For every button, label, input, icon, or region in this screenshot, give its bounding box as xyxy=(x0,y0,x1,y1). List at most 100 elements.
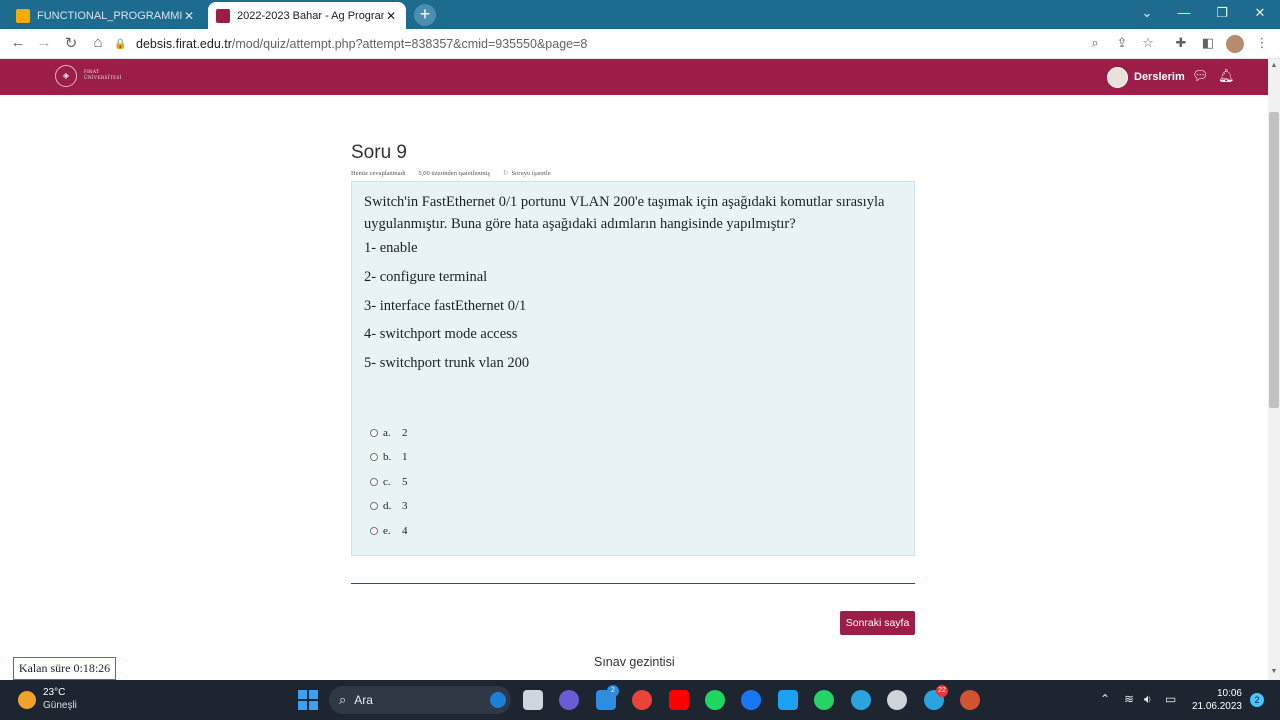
flag-icon: ⚐ xyxy=(502,170,509,177)
messages-icon[interactable]: 💬︎ xyxy=(1192,68,1209,84)
close-tab-icon[interactable]: ✕ xyxy=(182,9,196,23)
colab-favicon-icon xyxy=(16,8,30,23)
back-icon[interactable]: ← xyxy=(8,34,28,51)
start-menu-icon[interactable] xyxy=(298,690,318,710)
side-panel-icon[interactable]: ◧ xyxy=(1199,35,1217,51)
tab-title: FUNCTIONAL_PROGRAMMING.ip xyxy=(37,9,182,22)
user-menu-link[interactable]: Derslerim xyxy=(1134,71,1185,83)
answer-value: 1 xyxy=(402,451,408,463)
forward-icon[interactable]: → xyxy=(34,34,54,51)
site-header: ◈ FIRAT ÜNİVERSİTESİ Derslerim 💬︎ 🔔︎ xyxy=(0,59,1268,95)
mail-badge: 2 xyxy=(607,685,619,697)
answer-value: 3 xyxy=(402,500,408,512)
radio-button[interactable] xyxy=(370,478,378,486)
browser-toolbar: ← → ↻ ⌂ 🔒 debsis.firat.edu.tr/mod/quiz/a… xyxy=(0,29,1280,59)
tab-search-chevron-icon[interactable]: ⌄ xyxy=(1137,5,1157,21)
time: 10:06 xyxy=(1216,688,1242,699)
step-4: 4- switchport mode access xyxy=(364,326,518,342)
search-placeholder: Ara xyxy=(354,693,373,707)
url-path: /mod/quiz/attempt.php?attempt=838357&cmi… xyxy=(231,37,588,51)
tab-ag-programlama[interactable]: 2022-2023 Bahar - Ag Programla ✕ xyxy=(208,2,406,29)
answer-option-e[interactable]: e. 4 xyxy=(370,524,408,538)
next-page-button[interactable]: Sonraki sayfa xyxy=(840,611,915,635)
moodle-favicon-icon xyxy=(216,8,230,23)
step-1: 1- enable xyxy=(364,240,418,256)
address-bar[interactable]: 🔒 debsis.firat.edu.tr/mod/quiz/attempt.p… xyxy=(114,32,1169,56)
facebook-icon[interactable] xyxy=(741,690,761,710)
question-status: Henüz cevaplanmadı xyxy=(351,170,406,177)
scroll-down-icon[interactable]: ▼ xyxy=(1268,668,1280,675)
weather-description[interactable]: Güneşli xyxy=(43,700,77,711)
radio-button[interactable] xyxy=(370,453,378,461)
zoom-icon[interactable]: ⌕ xyxy=(1086,35,1104,51)
minimize-icon[interactable]: — xyxy=(1174,5,1194,20)
quiz-timer: Kalan süre 0:18:26 xyxy=(13,657,116,680)
telegram-icon[interactable] xyxy=(851,690,871,710)
telegram-badge: 22 xyxy=(936,685,948,697)
new-tab-button[interactable]: + xyxy=(414,4,436,26)
windows-taskbar: 23°C Güneşli ⌕ Ara 2 22 ⌃ ≋ 🔉︎ ▭ 10:06 2… xyxy=(0,680,1280,720)
extensions-icon[interactable]: ✚ xyxy=(1172,35,1190,51)
system-clock[interactable]: 10:06 21.06.2023 xyxy=(1190,687,1242,713)
answer-option-c[interactable]: c. 5 xyxy=(370,475,408,489)
share-icon[interactable]: ⇪ xyxy=(1113,35,1131,51)
section-divider xyxy=(351,583,915,584)
home-icon[interactable]: ⌂ xyxy=(88,34,108,51)
university-logo-icon[interactable]: ◈ xyxy=(55,65,77,87)
answer-value: 2 xyxy=(402,427,408,439)
whatsapp-icon[interactable] xyxy=(814,690,834,710)
answer-value: 5 xyxy=(402,476,408,488)
browser-tab-bar: FUNCTIONAL_PROGRAMMING.ip ✕ 2022-2023 Ba… xyxy=(0,0,1280,29)
flag-question-link[interactable]: ⚐ Soruyu işaretle xyxy=(503,170,551,177)
step-2: 2- configure terminal xyxy=(364,269,488,285)
task-view-icon[interactable] xyxy=(523,690,543,710)
close-window-icon[interactable]: ✕ xyxy=(1250,5,1270,21)
close-tab-icon[interactable]: ✕ xyxy=(384,9,398,23)
spotify-icon[interactable] xyxy=(705,690,725,710)
chrome-icon[interactable] xyxy=(632,690,652,710)
scroll-up-icon[interactable]: ▲ xyxy=(1268,62,1280,69)
radio-button[interactable] xyxy=(370,502,378,510)
show-hidden-icons-icon[interactable]: ⌃ xyxy=(1100,692,1110,706)
step-5: 5- switchport trunk vlan 200 xyxy=(364,355,530,371)
question-text: Switch'in FastEthernet 0/1 portunu VLAN … xyxy=(364,194,885,232)
weather-temperature[interactable]: 23°C xyxy=(43,687,65,698)
wifi-icon[interactable]: ≋ xyxy=(1124,692,1134,706)
answer-value: 4 xyxy=(402,525,408,537)
volume-icon[interactable]: 🔉︎ xyxy=(1144,692,1152,707)
search-icon: ⌕ xyxy=(339,692,347,707)
chatgpt-icon[interactable] xyxy=(887,690,907,710)
twitter-icon[interactable] xyxy=(778,690,798,710)
date: 21.06.2023 xyxy=(1191,701,1242,712)
tab-functional-programming[interactable]: FUNCTIONAL_PROGRAMMING.ip ✕ xyxy=(8,2,204,29)
url-host: debsis.firat.edu.tr xyxy=(136,37,232,51)
tab-title: 2022-2023 Bahar - Ag Programla xyxy=(237,9,384,22)
profile-avatar[interactable] xyxy=(1226,35,1244,53)
sunny-weather-icon[interactable] xyxy=(18,691,36,709)
teams-chat-icon[interactable] xyxy=(559,690,579,710)
logo-text: FIRAT ÜNİVERSİTESİ xyxy=(84,70,122,81)
menu-kebab-icon[interactable]: ⋮ xyxy=(1253,35,1271,51)
question-marks: 5,00 üzerinden işaretlenmiş xyxy=(418,170,490,177)
question-title: Soru 9 xyxy=(351,142,407,163)
quiz-navigation-link[interactable]: Sınav gezintisi xyxy=(594,655,675,669)
radio-button[interactable] xyxy=(370,429,378,437)
restore-icon[interactable]: ❐ xyxy=(1212,5,1232,21)
reload-icon[interactable]: ↻ xyxy=(61,34,81,52)
question-content-box: Switch'in FastEthernet 0/1 portunu VLAN … xyxy=(351,181,915,556)
notification-count-badge[interactable]: 2 xyxy=(1250,693,1264,707)
youtube-icon[interactable] xyxy=(669,690,689,710)
taskbar-search[interactable]: ⌕ Ara xyxy=(329,686,511,714)
answer-option-b[interactable]: b. 1 xyxy=(370,450,408,464)
radio-button[interactable] xyxy=(370,527,378,535)
battery-icon[interactable]: ▭ xyxy=(1165,692,1176,706)
notifications-bell-icon[interactable]: 🔔︎ xyxy=(1218,68,1235,84)
answer-option-a[interactable]: a. 2 xyxy=(370,426,408,440)
question-info: Henüz cevaplanmadı 5,00 üzerinden işaret… xyxy=(351,169,562,177)
bookmark-star-icon[interactable]: ☆ xyxy=(1139,35,1157,51)
user-avatar[interactable] xyxy=(1107,67,1128,88)
bing-icon[interactable] xyxy=(490,692,506,708)
answer-option-d[interactable]: d. 3 xyxy=(370,499,408,513)
scrollbar-thumb[interactable] xyxy=(1269,112,1279,408)
powerpoint-icon[interactable] xyxy=(960,690,980,710)
